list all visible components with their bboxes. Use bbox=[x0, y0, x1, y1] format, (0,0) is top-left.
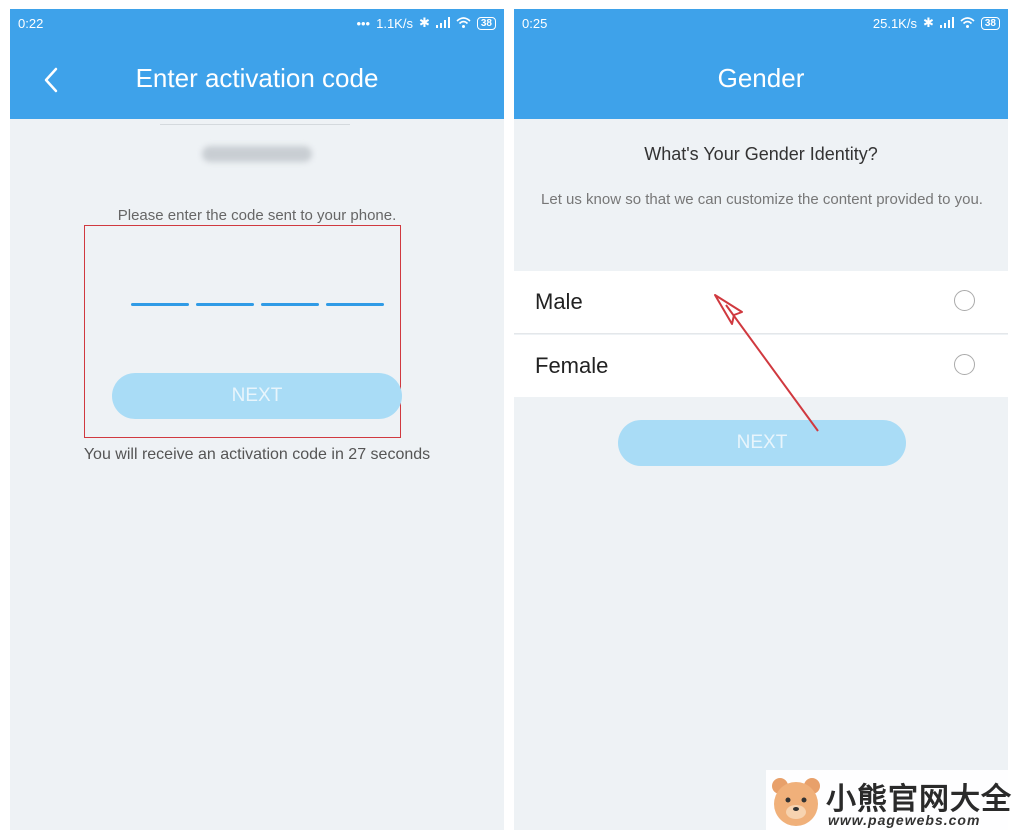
watermark: 小熊官网大全 www.pagewebs.com bbox=[766, 770, 1016, 834]
battery-icon: 38 bbox=[980, 16, 1000, 30]
activation-screen: 0:22 ••• 1.1K/s ✱ 38 Enter activation co… bbox=[10, 9, 504, 830]
page-title: Enter activation code bbox=[135, 63, 379, 93]
code-digit-input[interactable] bbox=[196, 303, 254, 306]
wifi-icon bbox=[456, 16, 471, 31]
gender-subtext: Let us know so that we can customize the… bbox=[541, 191, 983, 208]
status-bar: 0:25 25.1K/s ✱ 38 bbox=[514, 9, 1008, 39]
radio-button[interactable] bbox=[954, 290, 975, 311]
option-label: Male bbox=[535, 289, 583, 314]
next-button[interactable]: NEXT bbox=[112, 373, 402, 419]
more-dots-icon: ••• bbox=[356, 15, 371, 31]
watermark-url: www.pagewebs.com bbox=[828, 812, 981, 828]
next-button[interactable]: NEXT bbox=[618, 420, 906, 466]
network-speed: 25.1K/s bbox=[872, 15, 917, 31]
gender-screen: 0:25 25.1K/s ✱ 38 Gender What's Your Gen… bbox=[514, 9, 1008, 830]
radio-button[interactable] bbox=[954, 354, 975, 375]
page-title: Gender bbox=[717, 63, 805, 93]
signal-icon bbox=[939, 16, 954, 31]
wifi-icon bbox=[960, 16, 975, 31]
code-digit-input[interactable] bbox=[261, 303, 319, 306]
title-bar: Gender bbox=[514, 39, 1008, 119]
bluetooth-icon: ✱ bbox=[418, 15, 430, 30]
blurred-phone-number bbox=[202, 146, 312, 162]
code-digit-input[interactable] bbox=[326, 303, 384, 306]
bluetooth-icon: ✱ bbox=[922, 15, 934, 30]
signal-icon bbox=[435, 16, 450, 31]
title-bar: Enter activation code bbox=[10, 39, 504, 119]
gender-question: What's Your Gender Identity? bbox=[644, 144, 878, 164]
divider bbox=[160, 124, 350, 125]
status-bar: 0:22 ••• 1.1K/s ✱ 38 bbox=[10, 9, 504, 39]
option-male[interactable]: Male bbox=[514, 271, 1008, 333]
status-time: 0:25 bbox=[522, 16, 548, 31]
code-digit-input[interactable] bbox=[131, 303, 189, 306]
countdown-text: You will receive an activation code in 2… bbox=[83, 446, 431, 463]
status-time: 0:22 bbox=[18, 16, 44, 31]
battery-icon: 38 bbox=[476, 16, 496, 30]
network-speed: 1.1K/s bbox=[376, 15, 413, 31]
option-label: Female bbox=[535, 353, 609, 378]
option-female[interactable]: Female bbox=[514, 335, 1008, 397]
divider bbox=[514, 333, 1008, 334]
code-instruction: Please enter the code sent to your phone… bbox=[117, 207, 397, 224]
